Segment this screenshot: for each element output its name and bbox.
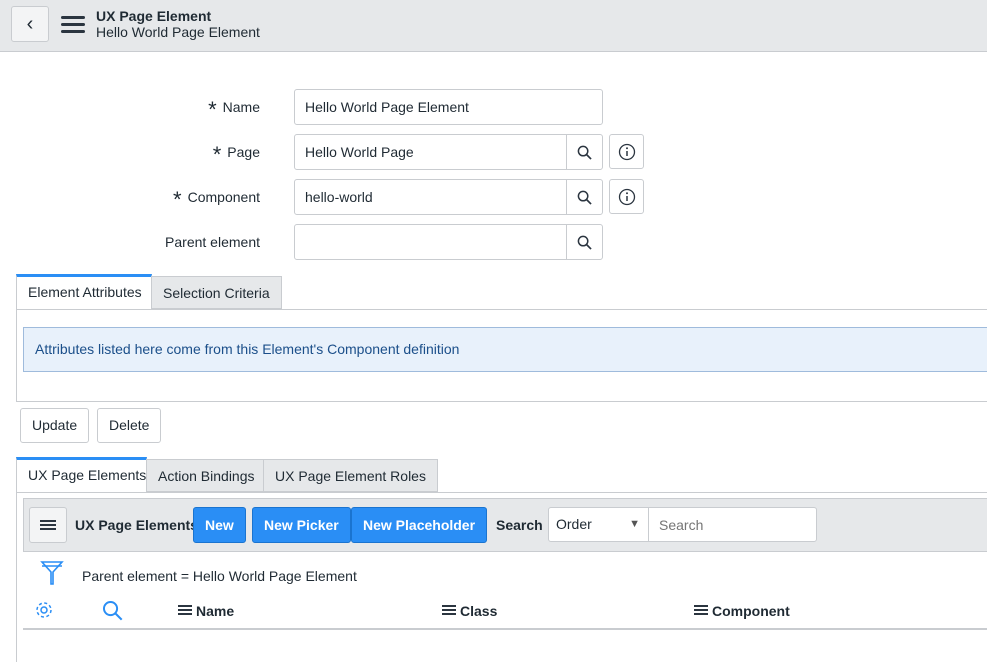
tab-action-bindings[interactable]: Action Bindings xyxy=(146,459,267,492)
column-component[interactable]: Component xyxy=(694,603,790,619)
tab-ux-page-element-roles[interactable]: UX Page Element Roles xyxy=(263,459,438,492)
new-placeholder-button[interactable]: New Placeholder xyxy=(351,507,488,543)
tab-element-attributes[interactable]: Element Attributes xyxy=(16,274,152,309)
filter-breadcrumb[interactable]: Parent element = Hello World Page Elemen… xyxy=(82,568,357,584)
required-icon: * xyxy=(212,142,222,167)
header: ‹ UX Page Element Hello World Page Eleme… xyxy=(0,0,987,52)
caret-down-icon: ▼ xyxy=(629,518,640,530)
info-icon xyxy=(618,188,635,205)
record-type: UX Page Element xyxy=(96,8,212,24)
column-menu-icon xyxy=(694,605,708,615)
gear-icon[interactable] xyxy=(34,600,54,620)
column-name[interactable]: Name xyxy=(178,603,234,619)
name-field[interactable]: Hello World Page Element xyxy=(294,89,603,125)
chevron-left-icon: ‹ xyxy=(26,12,34,35)
search-icon xyxy=(577,145,592,160)
component-field[interactable]: hello-world xyxy=(294,179,567,215)
search-field-select[interactable]: Order ▼ xyxy=(548,507,649,542)
search-icon[interactable] xyxy=(102,600,123,621)
required-icon: * xyxy=(173,187,182,212)
tab-selection-criteria[interactable]: Selection Criteria xyxy=(151,276,282,309)
delete-button[interactable]: Delete xyxy=(97,408,162,443)
required-icon: * xyxy=(208,97,217,122)
parent-element-field[interactable] xyxy=(294,224,567,260)
list-menu-button[interactable] xyxy=(29,507,67,543)
info-icon xyxy=(618,143,635,160)
column-class[interactable]: Class xyxy=(442,603,497,619)
search-icon xyxy=(577,235,592,250)
search-input[interactable] xyxy=(648,507,817,542)
new-button[interactable]: New xyxy=(193,507,246,543)
info-message: Attributes listed here come from this El… xyxy=(23,327,987,372)
name-label: * Name xyxy=(208,97,260,122)
parent-lookup-button[interactable] xyxy=(566,224,603,260)
menu-icon xyxy=(40,520,56,530)
record-name: Hello World Page Element xyxy=(96,24,260,40)
divider xyxy=(23,628,987,630)
filter-icon[interactable] xyxy=(40,560,64,586)
tab-ux-page-elements[interactable]: UX Page Elements xyxy=(16,457,147,492)
list-title: UX Page Elements xyxy=(75,517,198,533)
new-picker-button[interactable]: New Picker xyxy=(252,507,351,543)
menu-icon[interactable] xyxy=(61,16,85,33)
page-info-button[interactable] xyxy=(609,134,644,169)
page-lookup-button[interactable] xyxy=(566,134,603,170)
component-label: * Component xyxy=(173,187,260,212)
search-icon xyxy=(577,190,592,205)
page-label: * Page xyxy=(212,142,260,167)
search-label: Search xyxy=(496,517,543,533)
column-menu-icon xyxy=(442,605,456,615)
component-info-button[interactable] xyxy=(609,179,644,214)
page-field[interactable]: Hello World Page xyxy=(294,134,567,170)
parent-element-label: Parent element xyxy=(165,234,260,250)
component-lookup-button[interactable] xyxy=(566,179,603,215)
update-button[interactable]: Update xyxy=(20,408,90,443)
back-button[interactable]: ‹ xyxy=(11,6,49,42)
column-menu-icon xyxy=(178,605,192,615)
